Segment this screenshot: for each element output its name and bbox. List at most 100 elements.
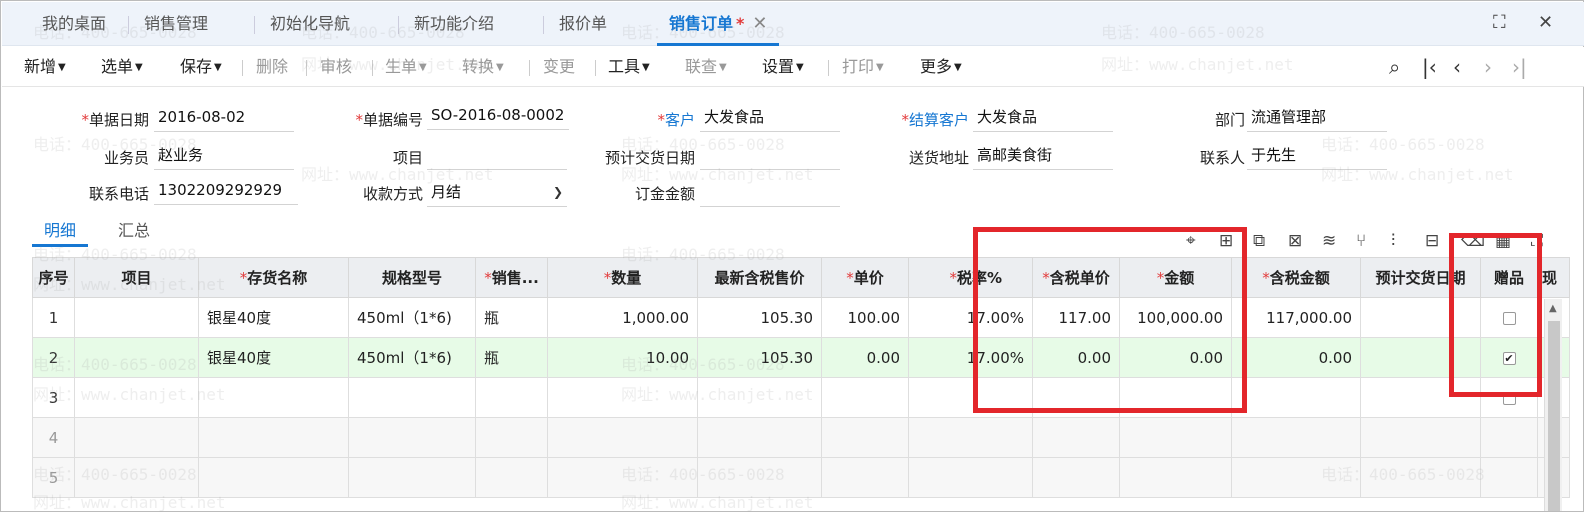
row-seq: 3 <box>32 377 75 418</box>
phone-label: 联系电话 <box>88 185 149 203</box>
customer-label[interactable]: *客户 <box>637 109 695 130</box>
date-label: *单据日期 <box>81 111 149 129</box>
col-price[interactable]: *单价 <box>821 257 909 298</box>
address-field[interactable]: 高邮美食街 <box>973 144 1113 170</box>
col-unit[interactable]: *销售... <box>475 257 548 298</box>
maximize-icon[interactable]: ⛶ <box>1493 12 1506 33</box>
row-price[interactable]: 100.00 <box>821 297 909 338</box>
payment-label: 收款方式 <box>362 185 423 203</box>
prev-record-icon[interactable]: ‹ <box>1453 55 1461 79</box>
contact-field[interactable]: 于先生 <box>1247 144 1387 170</box>
row-spec[interactable]: 450ml（1*6) <box>348 297 476 338</box>
row-name[interactable]: 银星40度 <box>198 337 349 378</box>
save-label: 保存 <box>180 57 213 76</box>
print-button[interactable]: 打印 ▼ <box>842 47 884 87</box>
table-row[interactable]: 4 <box>32 417 1570 458</box>
delete-row-icon[interactable]: ⊠ <box>1288 231 1302 251</box>
delete-button[interactable]: 删除 <box>256 47 288 87</box>
close-icon[interactable]: ✕ <box>752 13 767 34</box>
tab-summary[interactable]: 汇总 <box>118 217 150 247</box>
col-qty[interactable]: *数量 <box>547 257 698 298</box>
row-qty[interactable]: 10.00 <box>547 337 698 378</box>
tab-sales-order-label: 销售订单 <box>669 14 734 33</box>
tab-new-features[interactable]: 新功能介绍 <box>414 2 494 46</box>
tab-init-nav[interactable]: 初始化导航 <box>270 2 350 46</box>
row-unit[interactable]: 瓶 <box>475 297 548 338</box>
row-project[interactable] <box>74 297 199 338</box>
col-tax-amount[interactable]: *含税金额 <box>1231 257 1361 298</box>
row-spec[interactable]: 450ml（1*6) <box>348 337 476 378</box>
code-field[interactable]: SO-2016-08-0002 <box>427 104 569 130</box>
convert-button[interactable]: 转换 ▼ <box>462 47 504 87</box>
more-button[interactable]: 更多 ▼ <box>920 47 962 87</box>
settle-customer-field[interactable]: 大发食品 <box>973 106 1113 132</box>
row-name[interactable]: 银星40度 <box>198 297 349 338</box>
modified-indicator: * <box>736 14 745 33</box>
highlight-box-gift <box>1449 233 1542 397</box>
settings-button[interactable]: 设置 ▼ <box>762 47 804 87</box>
row-qty[interactable]: 1,000.00 <box>547 297 698 338</box>
chevron-down-icon: ▼ <box>58 62 66 73</box>
tab-sales-order[interactable]: 销售订单 * ✕ <box>657 2 780 46</box>
table-row[interactable]: 5 <box>32 457 1570 498</box>
table-row[interactable]: 2 银星40度 450ml（1*6) 瓶 10.00 105.30 0.00 1… <box>32 337 1570 378</box>
tab-detail[interactable]: 明细 <box>32 217 89 247</box>
search-doc-icon[interactable]: ⌕ <box>1389 55 1400 79</box>
salesman-label: 业务员 <box>103 149 149 167</box>
copy-row-icon[interactable]: ⧉ <box>1253 231 1265 251</box>
scroll-up-icon[interactable]: ▲ <box>1549 303 1557 314</box>
save-button[interactable]: 保存 ▼ <box>180 47 222 87</box>
chart-icon[interactable]: ⫶ <box>1391 231 1395 251</box>
expected-date-field[interactable] <box>700 144 840 170</box>
last-record-icon[interactable]: ›| <box>1512 55 1527 79</box>
tools-button[interactable]: 工具 ▼ <box>608 47 650 87</box>
chevron-down-icon: ▼ <box>876 62 884 73</box>
tab-desktop[interactable]: 我的桌面 <box>42 2 106 46</box>
split-icon[interactable]: ⑂ <box>1356 231 1366 251</box>
vertical-scrollbar[interactable]: ▲ <box>1544 299 1562 511</box>
dept-field[interactable]: 流通管理部 <box>1247 106 1387 132</box>
chevron-down-icon: ▼ <box>796 62 804 73</box>
project-label: 项目 <box>392 149 423 167</box>
table-row[interactable]: 1 银星40度 450ml（1*6) 瓶 1,000.00 105.30 100… <box>32 297 1570 338</box>
new-button[interactable]: 新增 ▼ <box>24 47 66 87</box>
select-button[interactable]: 选单 ▼ <box>101 47 143 87</box>
salesman-field[interactable]: 赵业务 <box>154 144 294 170</box>
col-name[interactable]: *存货名称 <box>198 257 349 298</box>
deposit-field[interactable] <box>700 181 840 207</box>
table-header: 序号 项目 *存货名称 规格型号 *销售... *数量 最新含税售价 *单价 *… <box>32 257 1570 298</box>
col-project[interactable]: 项目 <box>74 257 199 298</box>
row-latest-price[interactable]: 105.30 <box>697 297 822 338</box>
layout-icon[interactable]: ⊟ <box>1425 231 1439 251</box>
row-price[interactable]: 0.00 <box>821 337 909 378</box>
query-button[interactable]: 联查 ▼ <box>685 47 727 87</box>
col-spec[interactable]: 规格型号 <box>348 257 476 298</box>
col-latest-price[interactable]: 最新含税售价 <box>697 257 822 298</box>
phone-field[interactable]: 1302209292929 <box>154 179 298 205</box>
scroll-thumb[interactable] <box>1548 321 1560 511</box>
next-record-icon[interactable]: › <box>1484 55 1492 79</box>
row-tax-amount[interactable]: 0.00 <box>1231 337 1361 378</box>
row-project[interactable] <box>74 337 199 378</box>
generate-button[interactable]: 生单 ▼ <box>385 47 427 87</box>
date-field[interactable]: 2016-08-02 <box>154 106 294 132</box>
col-extra[interactable]: 现 <box>1537 257 1570 298</box>
customer-field[interactable]: 大发食品 <box>700 106 840 132</box>
close-window-icon[interactable]: ✕ <box>1538 12 1553 33</box>
col-seq[interactable]: 序号 <box>32 257 75 298</box>
row-tax-amount[interactable]: 117,000.00 <box>1231 297 1361 338</box>
first-record-icon[interactable]: |‹ <box>1422 55 1437 79</box>
audit-button[interactable]: 审核 <box>320 47 352 87</box>
project-field[interactable] <box>427 144 567 170</box>
tab-sales-management[interactable]: 销售管理 <box>144 2 208 46</box>
table-row[interactable]: 3 <box>32 377 1570 418</box>
tab-quotation[interactable]: 报价单 <box>559 2 607 46</box>
convert-label: 转换 <box>462 57 495 76</box>
payment-select[interactable]: 月结 ❯ <box>427 181 567 207</box>
change-button[interactable]: 变更 <box>543 47 575 87</box>
row-latest-price[interactable]: 105.30 <box>697 337 822 378</box>
row-unit[interactable]: 瓶 <box>475 337 548 378</box>
batch-edit-icon[interactable]: ≋ <box>1322 231 1336 251</box>
address-label: 送货地址 <box>908 149 969 167</box>
settle-customer-label[interactable]: *结算客户 <box>877 109 969 130</box>
